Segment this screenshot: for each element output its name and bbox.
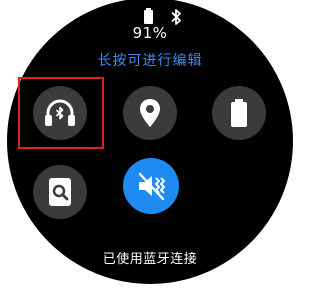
mute-vibrate-tile[interactable] [123, 158, 179, 214]
edit-hint: 长按可进行编辑 [97, 53, 203, 69]
battery-saver-tile[interactable] [212, 86, 266, 140]
screenshot-stage: 91% 长按可进行编辑 已使用蓝牙连接 [0, 0, 300, 300]
location-tile[interactable] [123, 86, 177, 140]
battery-saver-icon [231, 99, 247, 127]
find-device-icon [49, 178, 71, 206]
highlight-annotation-box [18, 77, 104, 149]
battery-percent: 91% [132, 24, 168, 42]
find-device-tile[interactable] [33, 165, 87, 219]
battery-icon [144, 8, 153, 24]
mute-vibrate-icon [138, 172, 165, 201]
connection-status: 已使用蓝牙连接 [102, 252, 198, 267]
location-pin-icon [140, 99, 160, 127]
